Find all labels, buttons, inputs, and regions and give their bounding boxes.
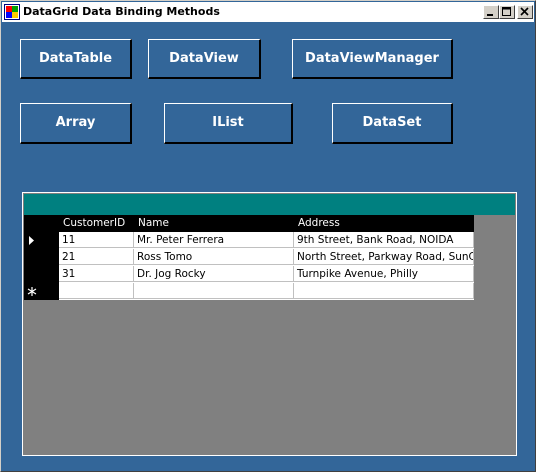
cell-name[interactable]	[134, 283, 294, 299]
asterisk-icon	[27, 287, 37, 296]
array-button[interactable]: Array	[20, 103, 132, 144]
dataset-button[interactable]: DataSet	[332, 103, 453, 144]
grid-header-row: CustomerID Name Address	[24, 215, 474, 232]
cell-address[interactable]: North Street, Parkway Road, SunCity	[294, 249, 474, 265]
title-bar[interactable]: DataGrid Data Binding Methods	[2, 2, 534, 22]
data-grid[interactable]: CustomerID Name Address 11 Mr. Peter Fer…	[22, 192, 517, 456]
row-pointer-icon	[29, 236, 34, 245]
table-row[interactable]: 11 Mr. Peter Ferrera 9th Street, Bank Ro…	[59, 232, 474, 249]
cell-customerid[interactable]: 11	[59, 232, 134, 248]
main-window: DataGrid Data Binding Methods DataTable …	[0, 0, 536, 472]
row-header[interactable]	[24, 232, 59, 249]
minimize-icon	[487, 14, 493, 16]
row-header[interactable]	[24, 283, 59, 300]
close-button[interactable]	[517, 5, 533, 19]
datatable-button[interactable]: DataTable	[20, 39, 132, 79]
dataview-button[interactable]: DataView	[148, 39, 261, 79]
dataviewmanager-button[interactable]: DataViewManager	[292, 39, 453, 79]
column-header-customerid[interactable]: CustomerID	[59, 215, 134, 232]
cell-name[interactable]: Mr. Peter Ferrera	[134, 232, 294, 248]
minimize-button[interactable]	[483, 5, 499, 19]
maximize-button[interactable]	[499, 5, 515, 19]
window-title: DataGrid Data Binding Methods	[23, 5, 220, 18]
row-header[interactable]	[24, 266, 59, 283]
ilist-button[interactable]: IList	[164, 103, 293, 144]
cell-name[interactable]: Dr. Jog Rocky	[134, 266, 294, 282]
column-header-address[interactable]: Address	[294, 215, 474, 232]
cell-customerid[interactable]: 21	[59, 249, 134, 265]
cell-address[interactable]: Turnpike Avenue, Philly	[294, 266, 474, 282]
row-header[interactable]	[24, 249, 59, 266]
column-header-name[interactable]: Name	[134, 215, 294, 232]
cell-address[interactable]	[294, 283, 474, 299]
cell-address[interactable]: 9th Street, Bank Road, NOIDA	[294, 232, 474, 248]
cell-name[interactable]: Ross Tomo	[134, 249, 294, 265]
application-icon	[4, 4, 20, 20]
new-row[interactable]	[59, 283, 474, 300]
table-row[interactable]: 21 Ross Tomo North Street, Parkway Road,…	[59, 249, 474, 266]
cell-customerid[interactable]	[59, 283, 134, 299]
maximize-icon	[502, 7, 511, 16]
grid-caption-bar	[24, 194, 515, 215]
table-row[interactable]: 31 Dr. Jog Rocky Turnpike Avenue, Philly	[59, 266, 474, 283]
cell-customerid[interactable]: 31	[59, 266, 134, 282]
close-icon	[520, 7, 529, 16]
